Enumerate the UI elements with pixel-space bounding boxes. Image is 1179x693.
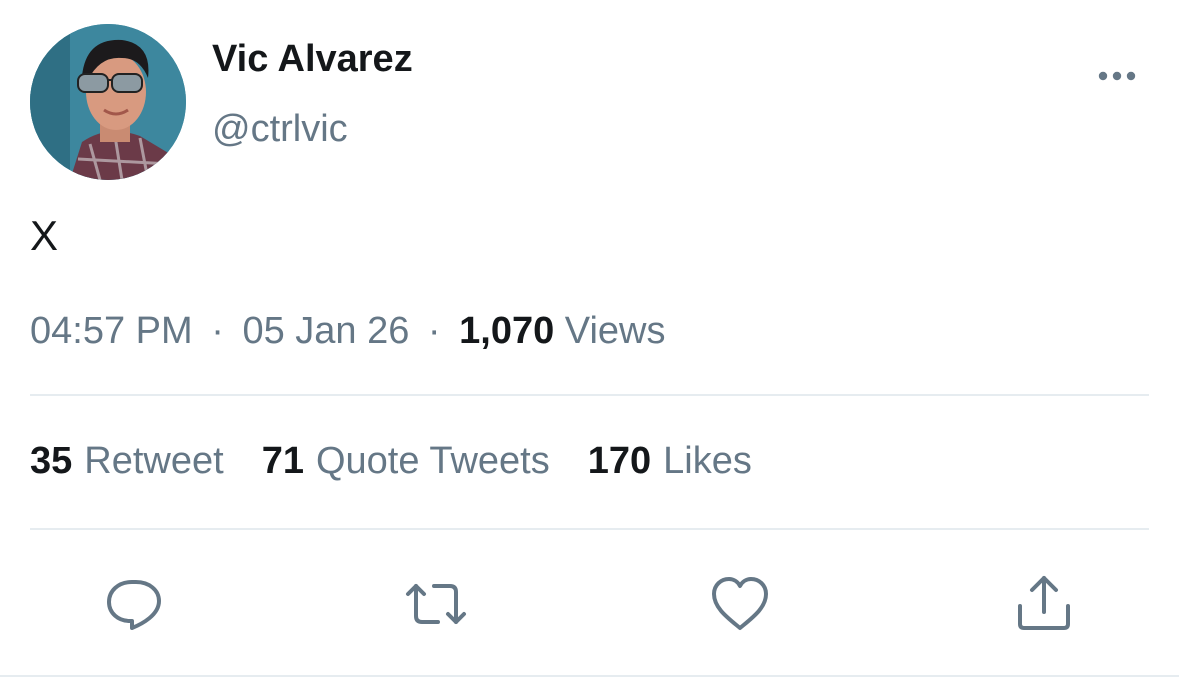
more-options-button[interactable] — [1090, 56, 1146, 96]
divider — [30, 528, 1149, 530]
like-button[interactable] — [708, 572, 772, 636]
tweet-time[interactable]: 04:57 PM — [30, 310, 193, 352]
tweet-text: X — [30, 212, 59, 259]
retweets-stat[interactable]: 35 Retweet — [30, 440, 224, 483]
likes-stat[interactable]: 170 Likes — [588, 440, 752, 483]
tweet-meta: 04:57 PM · 05 Jan 26 · 1,070 Views — [30, 310, 665, 353]
views-count: 1,070 — [459, 310, 555, 352]
meta-separator: · — [211, 310, 224, 352]
meta-separator: · — [427, 310, 441, 352]
heart-icon — [712, 577, 768, 630]
reply-icon — [107, 580, 161, 630]
quote-tweets-label: Quote Tweets — [315, 440, 550, 482]
tweet-stats: 35 Retweet 71 Quote Tweets 170 Likes — [30, 440, 752, 483]
reply-button[interactable] — [102, 572, 166, 636]
retweet-icon — [406, 584, 466, 624]
display-name[interactable]: Vic Alvarez — [212, 38, 413, 81]
likes-label: Likes — [663, 440, 752, 482]
tweet-detail: Vic Alvarez @ctrlvic X 04:57 PM · 05 Jan… — [0, 0, 1179, 693]
share-button[interactable] — [1012, 572, 1076, 636]
retweets-label: Retweet — [84, 440, 224, 482]
avatar-image — [30, 24, 186, 180]
quote-tweets-count: 71 — [261, 440, 304, 482]
user-handle[interactable]: @ctrlvic — [212, 108, 348, 151]
share-icon — [1018, 576, 1070, 630]
tweet-date[interactable]: 05 Jan 26 — [242, 310, 409, 352]
likes-count: 170 — [587, 440, 652, 482]
quote-tweets-stat[interactable]: 71 Quote Tweets — [262, 440, 550, 483]
retweets-count: 35 — [30, 440, 73, 482]
divider — [30, 394, 1149, 396]
more-horizontal-icon — [1098, 71, 1136, 81]
divider — [0, 675, 1179, 677]
retweet-button[interactable] — [404, 572, 468, 636]
views-label: Views — [564, 310, 666, 352]
avatar[interactable] — [30, 24, 186, 180]
